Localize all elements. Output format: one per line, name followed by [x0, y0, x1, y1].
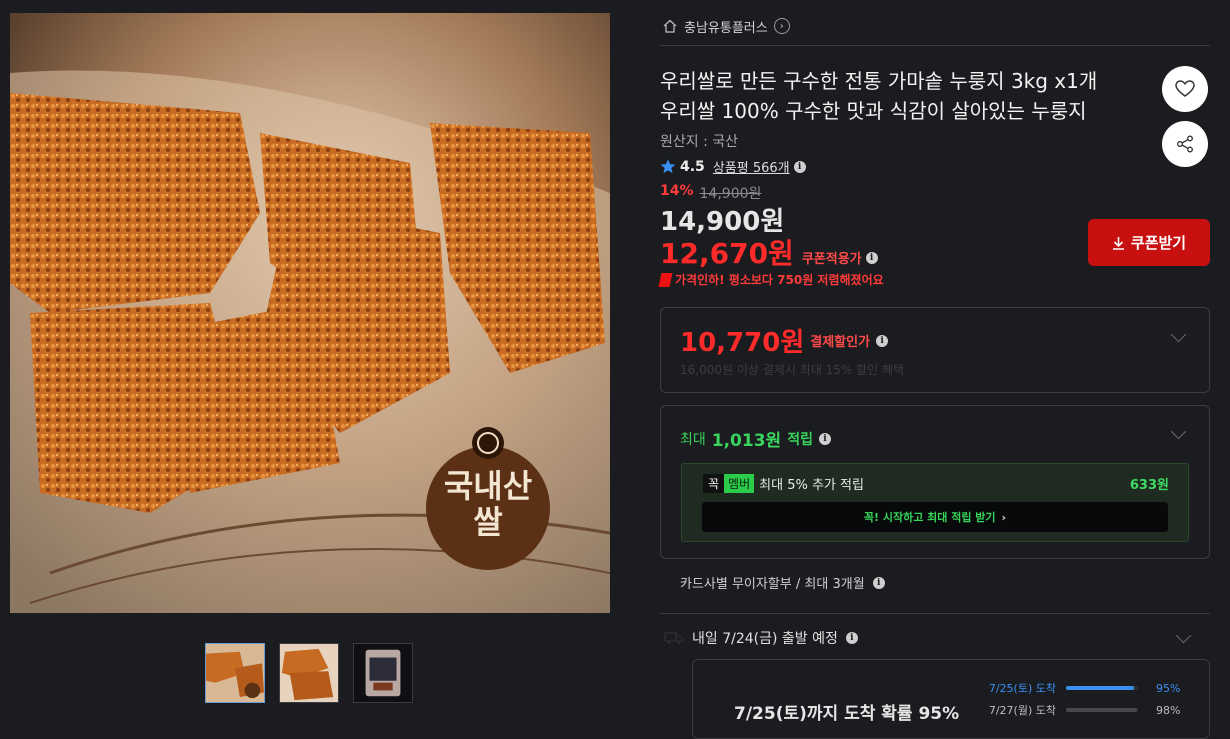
- get-coupon-label: 쿠폰받기: [1130, 234, 1187, 252]
- info-icon[interactable]: i: [818, 432, 831, 445]
- price-drop-flag-icon: [658, 272, 673, 287]
- payment-price: 10,770원: [680, 328, 805, 358]
- installment-row: 카드사별 무이자할부 / 최대 3개월 i: [680, 573, 885, 592]
- thumbnail-2-image: [280, 644, 338, 702]
- coupon-price-label: 쿠폰적용가: [801, 252, 862, 267]
- heart-icon: [1175, 80, 1195, 97]
- info-icon[interactable]: i: [876, 334, 889, 347]
- delivery-row[interactable]: 내일 7/24(금) 출발 예정 i: [664, 628, 858, 648]
- wishlist-button[interactable]: [1162, 66, 1208, 112]
- download-icon: [1112, 236, 1124, 250]
- chevron-down-icon[interactable]: [1175, 627, 1192, 644]
- probability-row: 7/27(월) 도착 98%: [960, 702, 1210, 718]
- chevron-right-icon: ›: [1001, 510, 1007, 524]
- get-coupon-button[interactable]: 쿠폰받기: [1088, 219, 1210, 266]
- star-icon: [660, 159, 676, 174]
- reward-title: 최대 1,013원 적립 i: [680, 426, 831, 451]
- probability-date: 7/27(월) 도착: [988, 704, 1056, 717]
- product-title-line1: 우리쌀로 만든 구수한 전통 가마솥 누룽지 3kg x1개: [660, 69, 1098, 93]
- price-drop-text: 가격인하! 평소보다 750원 저렴해졌어요: [675, 273, 884, 287]
- info-icon[interactable]: i: [845, 632, 858, 644]
- divider: [660, 45, 1210, 46]
- discount-row: 14% 14,900원: [660, 183, 761, 203]
- coupon-price-label-group: 쿠폰적용가 i: [802, 248, 878, 267]
- payment-sub-text: 16,000원 이상 결제시 최대 15% 할인 혜택: [680, 363, 905, 377]
- info-icon[interactable]: i: [872, 576, 885, 589]
- reviews-count: 566개: [752, 161, 790, 176]
- membership-start-button[interactable]: 꼭! 시작하고 최대 적립 받기 ›: [702, 502, 1168, 532]
- departure-text: 내일 7/24(금) 출발 예정: [692, 631, 838, 647]
- info-icon[interactable]: i: [793, 160, 806, 173]
- probability-percent: 98%: [1156, 703, 1181, 717]
- membership-tag: 꼭: [703, 474, 725, 493]
- reward-prefix: 최대: [680, 431, 706, 448]
- share-button[interactable]: [1162, 121, 1208, 167]
- membership-start-label: 꼭! 시작하고 최대 적립 받기: [863, 511, 996, 524]
- original-price: 14,900원: [699, 186, 762, 202]
- probability-bar: [1066, 708, 1138, 712]
- thumbnail-3-image: [354, 644, 412, 702]
- rating-row: 4.5 상품평 566개 i: [660, 157, 806, 176]
- chevron-right-icon[interactable]: ›: [773, 18, 790, 34]
- probability-percent: 95%: [1156, 681, 1181, 695]
- price-drop-note: 가격인하! 평소보다 750원 저렴해졌어요: [658, 271, 884, 288]
- probability-row: 7/25(토) 도착 95%: [960, 680, 1210, 696]
- thumbnail-2[interactable]: [279, 643, 339, 703]
- image-badge-line1: 국내산: [443, 467, 533, 505]
- coupon-price: 12,670원: [660, 237, 794, 270]
- product-main-image: 국내산 쌀: [10, 13, 610, 613]
- product-title: 우리쌀로 만든 구수한 전통 가마솥 누룽지 3kg x1개 우리쌀 100% …: [660, 66, 1150, 126]
- membership-row: 꼭 멤버 최대 5% 추가 적립 633원: [703, 474, 1169, 493]
- product-title-line2: 우리쌀 100% 구수한 맛과 식감이 살아있는 누룽지: [660, 99, 1087, 123]
- membership-tag-highlight: 멤버: [724, 474, 755, 493]
- probability-bar-fill: [1066, 686, 1135, 690]
- thumbnail-1-image: [206, 644, 264, 702]
- installment-text: 카드사별 무이자할부 / 최대 3개월: [680, 577, 865, 592]
- reward-suffix: 적립: [787, 431, 813, 448]
- image-badge-line2: 쌀: [473, 503, 503, 541]
- reviews-label: 상품평: [712, 161, 749, 176]
- divider: [660, 613, 1210, 614]
- share-icon: [1177, 135, 1193, 153]
- coupon-price-row: 12,670원 쿠폰적용가 i: [660, 232, 878, 272]
- payment-price-row: 10,770원 결제할인가 i: [680, 322, 889, 359]
- rating-score: 4.5: [680, 158, 705, 175]
- info-icon[interactable]: i: [865, 251, 878, 264]
- reward-amount: 1,013원: [711, 431, 782, 451]
- origin-text: 원산지 : 국산: [660, 134, 739, 150]
- thumbnail-1[interactable]: [205, 643, 265, 703]
- probability-bar: [1066, 686, 1138, 690]
- payment-price-label: 결제할인가: [810, 335, 871, 350]
- seller-link[interactable]: 충남유통플러스: [684, 17, 768, 36]
- home-icon[interactable]: [662, 19, 678, 33]
- membership-points: 633원: [1129, 478, 1169, 493]
- membership-text: 최대 5% 추가 적립: [759, 478, 864, 493]
- breadcrumb[interactable]: 충남유통플러스 ›: [662, 15, 790, 37]
- arrival-summary: 7/25(토)까지 도착 확률 95%: [734, 704, 960, 724]
- probability-bar-fill: [1066, 708, 1137, 712]
- reviews-link[interactable]: 상품평 566개: [713, 157, 790, 176]
- truck-icon: [664, 632, 684, 645]
- discount-percent: 14%: [660, 183, 694, 199]
- probability-date: 7/25(토) 도착: [988, 682, 1056, 695]
- thumbnail-3[interactable]: [353, 643, 413, 703]
